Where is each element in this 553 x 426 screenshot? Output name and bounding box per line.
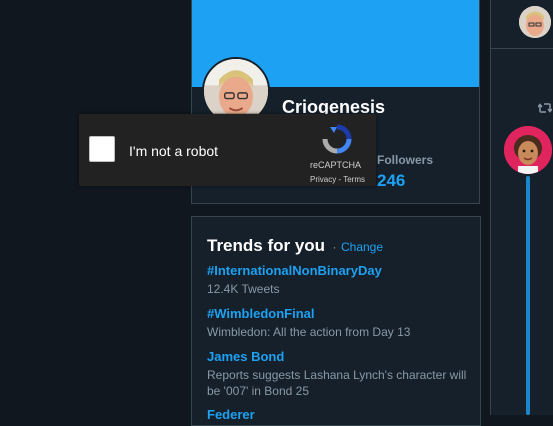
trend-meta: Reports suggests Lashana Lynch's charact… (207, 368, 467, 398)
recaptcha-privacy-link[interactable]: Privacy (310, 175, 336, 184)
recaptcha-checkbox[interactable] (89, 136, 115, 162)
followers-count[interactable]: 246 (377, 171, 405, 191)
trends-header: Trends for you · Change (207, 236, 383, 256)
recaptcha-brand: reCAPTCHA (310, 160, 362, 170)
recaptcha-label: I'm not a robot (129, 143, 219, 159)
retweet-icon (538, 103, 552, 113)
tweet-author-avatar-image (504, 126, 552, 174)
trend-item[interactable]: Federer (207, 407, 472, 423)
recaptcha-logo-icon (322, 124, 352, 154)
thread-line (526, 176, 530, 415)
recaptcha-widget: I'm not a robot reCAPTCHA Privacy - Term… (79, 114, 376, 186)
trends-card: Trends for you · Change #InternationalNo… (191, 216, 481, 426)
recaptcha-links: Privacy - Terms (310, 175, 365, 184)
trends-title: Trends for you (207, 236, 326, 255)
trend-item[interactable]: #InternationalNonBinaryDay 12.4K Tweets (207, 263, 472, 297)
timeline-column (490, 0, 553, 415)
trend-meta: Wimbledon: All the action from Day 13 (207, 325, 411, 339)
trend-name: #InternationalNonBinaryDay (207, 263, 382, 278)
trends-change-link[interactable]: Change (341, 240, 383, 254)
followers-label[interactable]: Followers (377, 153, 433, 167)
trend-meta: 12.4K Tweets (207, 282, 280, 296)
trends-separator: · (332, 240, 337, 254)
trend-name: #WimbledonFinal (207, 306, 315, 321)
trend-item[interactable]: #WimbledonFinal Wimbledon: All the actio… (207, 306, 472, 340)
trend-name: Federer (207, 407, 255, 422)
account-avatar-image (519, 6, 551, 38)
account-avatar[interactable] (519, 6, 551, 38)
recaptcha-terms-link[interactable]: Terms (343, 175, 365, 184)
header-divider (491, 48, 553, 49)
tweet-author-avatar[interactable] (504, 126, 552, 174)
trend-item[interactable]: James Bond Reports suggests Lashana Lync… (207, 349, 472, 399)
trend-name: James Bond (207, 349, 285, 364)
